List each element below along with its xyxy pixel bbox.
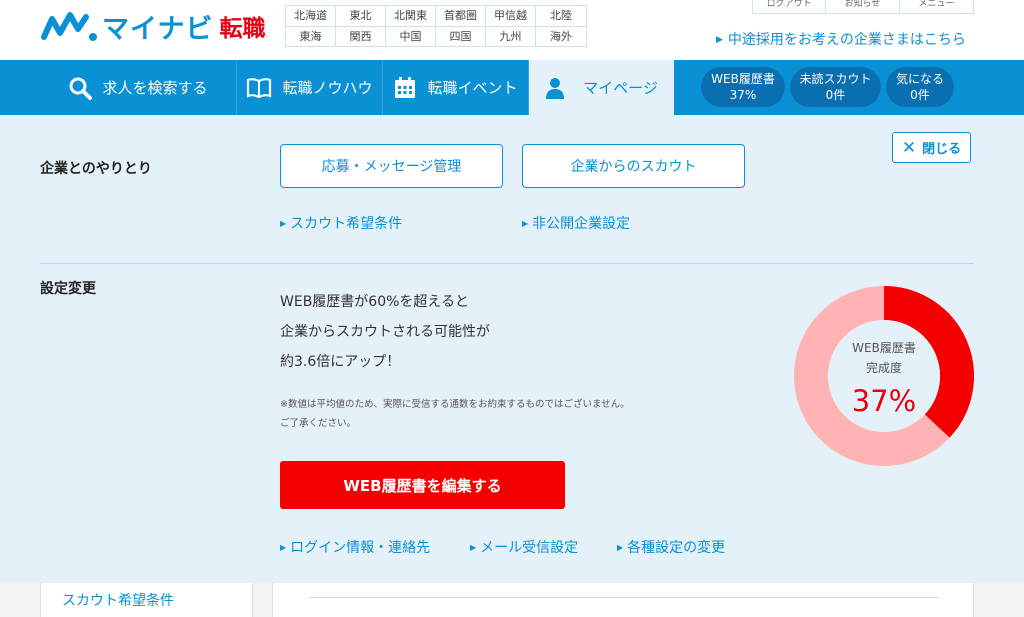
logo-brand-name: マイナビ <box>102 13 214 45</box>
utility-links: ログアウト お知らせ メニュー <box>752 0 974 14</box>
nav-search[interactable]: 求人を検索する <box>40 60 237 115</box>
region-link[interactable]: 甲信越 <box>486 6 536 27</box>
search-icon <box>69 77 93 100</box>
notice-link[interactable]: お知らせ <box>826 0 900 13</box>
logo-brand-sub: 転職 <box>219 16 266 42</box>
region-link[interactable]: 中国 <box>386 27 436 47</box>
pill-value: 0件 <box>825 88 846 102</box>
mypage-dropdown-panel: ✕ 閉じる 企業とのやりとり 応募・メッセージ管理 企業からのスカウト ▶ スカウ… <box>0 115 1024 583</box>
content-divider <box>309 597 939 598</box>
link-label: メール受信設定 <box>480 540 579 556</box>
unread-scout-pill[interactable]: 未読スカウト 0件 <box>790 67 881 107</box>
corporate-link[interactable]: ▶ 中途採用をお考えの企業さまはこちら <box>716 29 966 49</box>
favorites-pill[interactable]: 気になる 0件 <box>886 67 954 107</box>
nav-mypage-label: マイページ <box>583 79 658 97</box>
close-button[interactable]: ✕ 閉じる <box>892 132 971 163</box>
link-label: 非公開企業設定 <box>532 216 631 232</box>
side-menu: スカウト希望条件 <box>40 583 253 617</box>
pill-label: WEB履歴書 <box>711 72 775 86</box>
nav-knowhow[interactable]: 転職ノウハウ <box>237 60 383 115</box>
pill-value: 37% <box>729 88 757 102</box>
triangle-right-icon: ▶ <box>280 219 287 228</box>
nav-knowhow-label: 転職ノウハウ <box>282 79 373 97</box>
mail-settings-link[interactable]: ▶ メール受信設定 <box>470 537 578 557</box>
company-scout-button[interactable]: 企業からのスカウト <box>522 144 745 188</box>
settings-section-title: 設定変更 <box>40 281 96 297</box>
region-link[interactable]: 北陸 <box>536 6 586 27</box>
side-menu-item[interactable]: スカウト希望条件 <box>62 590 174 610</box>
region-link[interactable]: 九州 <box>486 27 536 47</box>
link-label: 各種設定の変更 <box>627 540 726 556</box>
triangle-right-icon: ▶ <box>617 543 624 552</box>
page-content-below: スカウト希望条件 <box>0 583 1024 617</box>
pill-value: 0件 <box>910 88 930 102</box>
region-link[interactable]: 四国 <box>436 27 486 47</box>
login-info-link[interactable]: ▶ ログイン情報・連絡先 <box>280 537 430 557</box>
nav-event-label: 転職イベント <box>427 79 518 97</box>
pill-label: 気になる <box>895 72 944 86</box>
pill-label: 未読スカウト <box>799 72 872 86</box>
application-message-button[interactable]: 応募・メッセージ管理 <box>280 144 503 188</box>
corporate-link-label: 中途採用をお考えの企業さまはこちら <box>727 32 966 48</box>
region-link[interactable]: 首都圏 <box>436 6 486 27</box>
book-icon <box>247 77 272 98</box>
region-link[interactable]: 東北 <box>336 6 386 27</box>
global-nav: 求人を検索する 転職ノウハウ 転職イベント マイページ WEB履歴書 37% 未… <box>0 60 1024 115</box>
main-content <box>272 583 974 617</box>
private-company-link[interactable]: ▶ 非公開企業設定 <box>522 213 630 233</box>
contact-section-title: 企業とのやりとり <box>40 161 152 177</box>
region-link[interactable]: 北海道 <box>286 6 336 27</box>
disclaimer-note: ※数値は平均値のため、実際に受信する通数をお約束するものではございません。 <box>280 399 630 410</box>
edit-resume-button[interactable]: WEB履歴書を編集する <box>280 461 565 509</box>
region-links: 北海道 東北 北関東 首都圏 甲信越 北陸 東海 関西 中国 四国 九州 海外 <box>285 5 587 47</box>
region-link[interactable]: 海外 <box>536 27 586 47</box>
region-link[interactable]: 東海 <box>286 27 336 47</box>
logout-link[interactable]: ログアウト <box>753 0 827 13</box>
nav-mypage[interactable]: マイページ <box>529 60 674 115</box>
scout-preference-link[interactable]: ▶ スカウト希望条件 <box>280 213 402 233</box>
promo-line: 約3.6倍にアップ！ <box>280 354 401 370</box>
calendar-icon <box>395 76 416 98</box>
logo-mark-icon <box>41 12 97 41</box>
resume-progress-pill[interactable]: WEB履歴書 37% <box>701 67 785 107</box>
user-icon <box>546 77 565 99</box>
link-label: ログイン情報・連絡先 <box>290 540 431 556</box>
close-icon: ✕ <box>901 137 917 158</box>
site-header: マイナビ 転職 北海道 東北 北関東 首都圏 甲信越 北陸 東海 関西 中国 四… <box>0 0 1024 60</box>
triangle-right-icon: ▶ <box>280 543 287 552</box>
promo-line: WEB履歴書が60%を超えると <box>280 294 469 310</box>
donut-label-line2: 完成度 <box>866 360 902 375</box>
disclaimer-note: ご了承ください。 <box>280 418 357 429</box>
donut-label-line1: WEB履歴書 <box>852 341 916 355</box>
donut-percent: 37% <box>852 384 916 418</box>
triangle-right-icon: ▶ <box>470 543 477 552</box>
region-link[interactable]: 北関東 <box>386 6 436 27</box>
nav-search-label: 求人を検索する <box>102 79 208 97</box>
section-divider <box>40 263 974 264</box>
nav-event[interactable]: 転職イベント <box>383 60 529 115</box>
region-link[interactable]: 関西 <box>336 27 386 47</box>
triangle-right-icon: ▶ <box>522 219 529 228</box>
logo[interactable]: マイナビ 転職 <box>40 6 265 46</box>
menu-link[interactable]: メニュー <box>900 0 973 13</box>
promo-line: 企業からスカウトされる可能性が <box>280 324 490 340</box>
other-settings-link[interactable]: ▶ 各種設定の変更 <box>617 537 725 557</box>
triangle-right-icon: ▶ <box>716 35 723 45</box>
close-label: 閉じる <box>922 142 962 157</box>
link-label: スカウト希望条件 <box>290 216 403 232</box>
resume-completion-donut: WEB履歴書 完成度 37% <box>794 286 974 466</box>
